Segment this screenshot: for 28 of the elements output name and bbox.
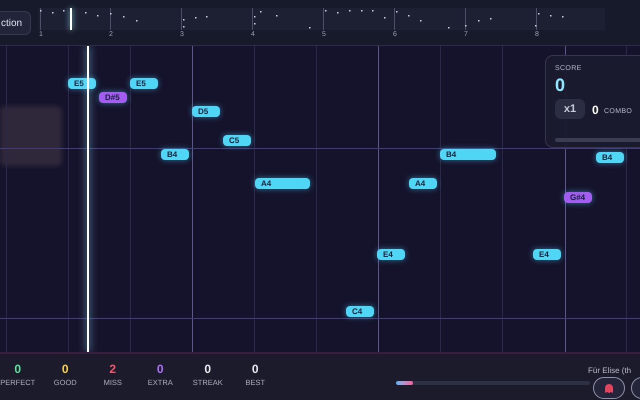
note-block: E4	[533, 249, 561, 260]
note-block: B4	[596, 152, 624, 163]
note-block: G#4	[564, 192, 592, 203]
multiplier-badge: x1	[555, 99, 585, 119]
stat-value: 0	[156, 362, 164, 376]
note-block: A4	[255, 178, 310, 189]
section-button[interactable]: ction	[0, 11, 32, 35]
lamp-photo-placeholder	[0, 106, 62, 166]
stat-value: 0	[252, 362, 259, 376]
note-block: C5	[223, 135, 251, 146]
note-block: A4	[409, 178, 437, 189]
ghost-icon	[605, 384, 613, 392]
note-block: D#5	[99, 92, 127, 103]
stat-value: 0	[14, 362, 22, 376]
note-block: E5	[130, 78, 158, 89]
note-block: D5	[192, 106, 220, 117]
note-block: E4	[377, 249, 405, 260]
note-block: E5	[68, 78, 96, 89]
stat-value: 2	[109, 362, 116, 376]
song-title: Für Elise (th	[588, 365, 632, 377]
combo-value: 0	[592, 102, 599, 119]
record-button[interactable]	[593, 377, 625, 399]
stat-value: 0	[204, 362, 212, 376]
note-block: B4	[440, 149, 496, 160]
stat-value: 0	[62, 362, 69, 376]
score-value: 0	[555, 74, 566, 97]
note-block: B4	[161, 149, 189, 160]
note-block: C4	[346, 306, 374, 317]
